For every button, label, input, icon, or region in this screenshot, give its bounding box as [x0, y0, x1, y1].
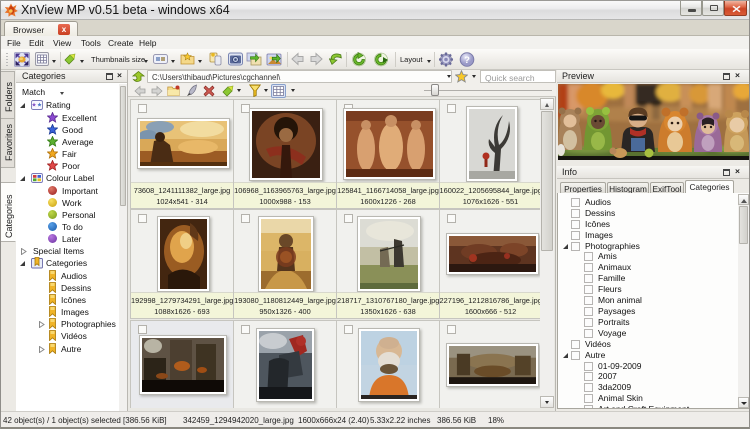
svg-text:?: ?	[464, 55, 470, 66]
